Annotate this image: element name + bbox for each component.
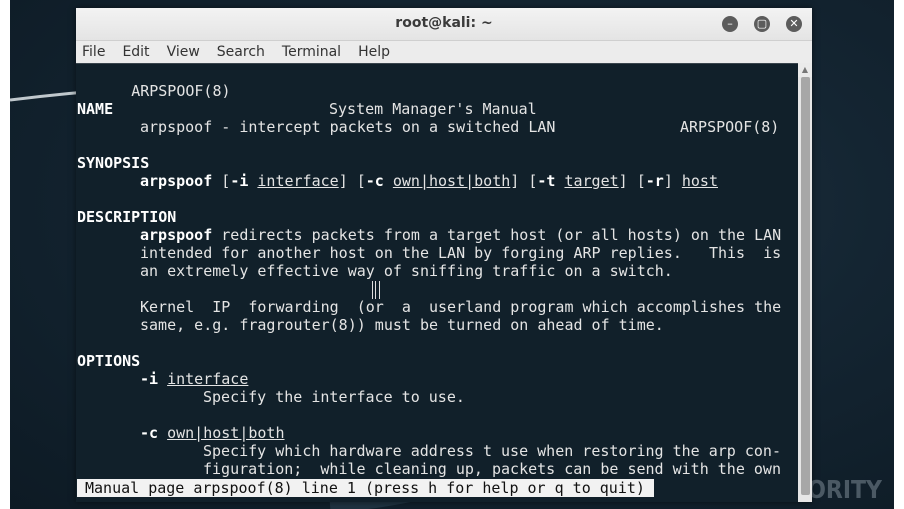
man-header: ARPSPOOF(8) System Manager's Manual ARPS…: [77, 64, 779, 136]
minimize-icon[interactable]: –: [722, 16, 738, 32]
terminal-window: root@kali: ~ – ▢ ✕ File Edit View Search…: [76, 8, 812, 502]
menu-edit[interactable]: Edit: [122, 44, 149, 60]
synopsis-arg-interface: interface: [257, 172, 339, 190]
synopsis-opt-t: -t: [537, 172, 556, 190]
scroll-thumb[interactable]: [801, 77, 810, 495]
option-i: -i interface: [140, 370, 248, 388]
name-text: arpspoof - intercept packets on a switch…: [140, 118, 556, 136]
title-bar[interactable]: root@kali: ~ – ▢ ✕: [76, 8, 812, 41]
synopsis-opt-i: -i: [230, 172, 249, 190]
synopsis-bracket: [: [212, 172, 231, 190]
menu-view[interactable]: View: [167, 44, 200, 60]
option-c-description-2: figuration; while cleaning up, packets c…: [203, 460, 781, 478]
option-c-flag: -c: [140, 424, 159, 442]
option-c: -c own|host|both: [140, 424, 285, 442]
name-heading: NAME: [77, 100, 114, 118]
description-line-4: Kernel IP forwarding (or a userland prog…: [140, 298, 782, 316]
description-line-1: arpspoof redirects packets from a target…: [140, 226, 781, 244]
description-line-3: an extremely effective way of sniffing t…: [140, 262, 673, 280]
synopsis-line: arpspoof [-i interface] [-c own|host|bot…: [140, 172, 718, 190]
window-title: root@kali: ~: [395, 15, 493, 31]
text-cursor-icon: [372, 281, 380, 299]
option-i-description: Specify the interface to use.: [203, 388, 465, 406]
terminal-content[interactable]: ARPSPOOF(8) System Manager's Manual ARPS…: [76, 63, 798, 502]
synopsis-bracket: ] [: [338, 172, 366, 190]
man-header-center: System Manager's Manual: [329, 100, 537, 118]
option-c-description-1: Specify which hardware address t use whe…: [203, 442, 781, 460]
scroll-up-icon[interactable]: ▲: [798, 63, 812, 77]
menu-file[interactable]: File: [82, 44, 105, 60]
synopsis-opt-c: -c: [365, 172, 384, 190]
close-icon[interactable]: ✕: [786, 16, 802, 32]
synopsis-heading: SYNOPSIS: [77, 154, 150, 172]
synopsis-bracket: ] [: [510, 172, 538, 190]
description-line-2: intended for another host on the LAN by …: [140, 244, 782, 262]
maximize-icon[interactable]: ▢: [754, 16, 770, 32]
status-line: Manual page arpspoof(8) line 1 (press h …: [77, 479, 654, 497]
description-heading: DESCRIPTION: [77, 208, 177, 226]
synopsis-opt-r: -r: [645, 172, 664, 190]
man-header-left: ARPSPOOF(8): [131, 82, 231, 100]
synopsis-arg-own: own|host|both: [392, 172, 511, 190]
menu-search[interactable]: Search: [217, 44, 265, 60]
option-i-arg: interface: [167, 370, 249, 388]
option-c-arg: own|host|both: [167, 424, 285, 442]
synopsis-arg-host: host: [681, 172, 718, 190]
synopsis-bracket: ] [: [618, 172, 646, 190]
synopsis-command: arpspoof: [140, 172, 213, 190]
options-heading: OPTIONS: [77, 352, 141, 370]
man-header-right: ARPSPOOF(8): [680, 118, 780, 136]
synopsis-space: [384, 172, 393, 190]
description-line-5: same, e.g. fragrouter(8)) must be turned…: [140, 316, 664, 334]
description-command: arpspoof: [140, 226, 213, 244]
menu-terminal[interactable]: Terminal: [282, 44, 341, 60]
menu-bar: File Edit View Search Terminal Help: [76, 41, 812, 64]
option-i-flag: -i: [140, 370, 159, 388]
synopsis-bracket: ]: [663, 172, 682, 190]
scrollbar[interactable]: ▲: [798, 63, 812, 502]
description-line-1-text: redirects packets from a target host (or…: [212, 226, 782, 244]
synopsis-arg-target: target: [564, 172, 619, 190]
menu-help[interactable]: Help: [358, 44, 390, 60]
